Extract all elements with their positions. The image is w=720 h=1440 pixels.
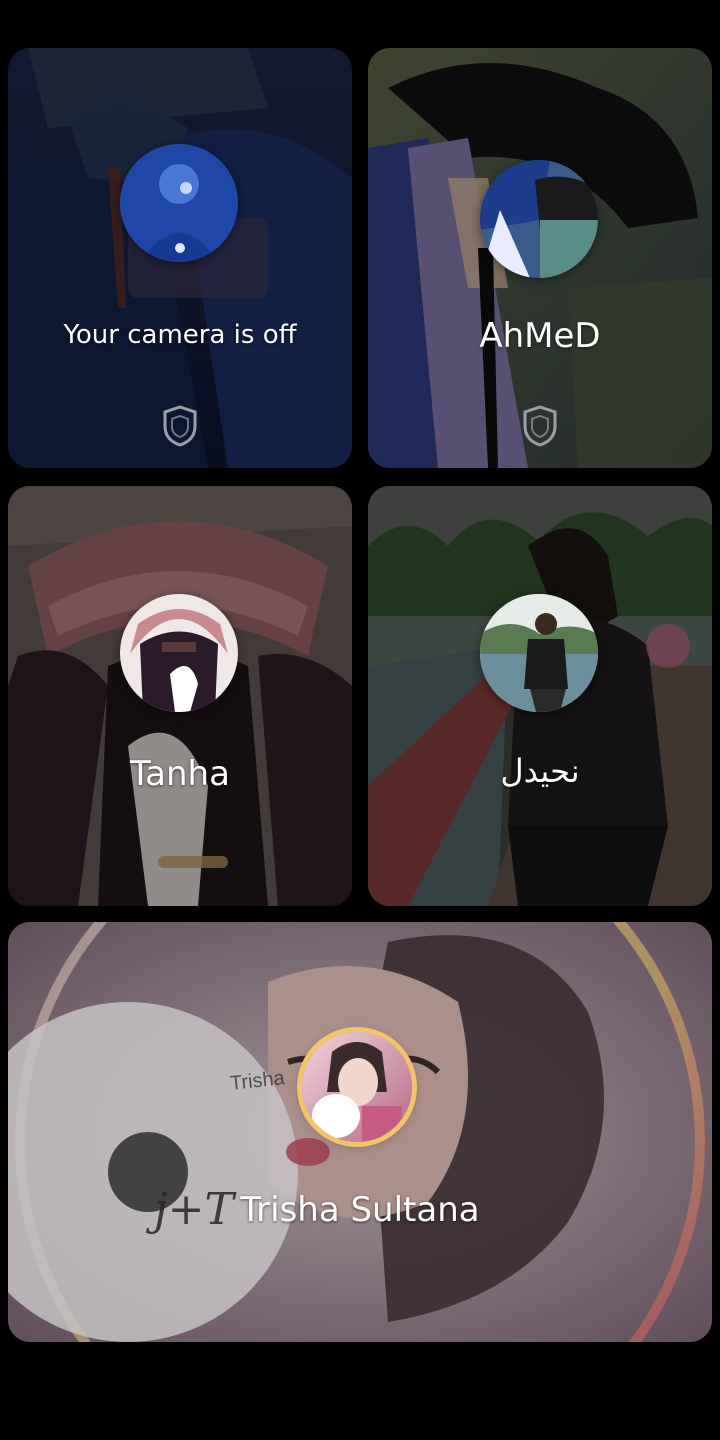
tanha-name: Tanha [130,754,230,794]
tile-self[interactable]: Your camera is off [8,48,352,468]
trisha-name: Trisha Sultana [240,1190,480,1230]
trisha-avatar [302,1032,412,1142]
self-camera-off-label: Your camera is off [63,320,297,350]
shield-icon [163,405,197,447]
ahmed-avatar [480,160,598,278]
tile-ahmed[interactable]: AhMeD [368,48,712,468]
nhydl-avatar [480,594,598,712]
tanha-avatar [120,594,238,712]
nhydl-name: نحيدل [500,752,580,790]
tile-trisha[interactable]: Trisha j+T Trisha Sultana [8,922,712,1342]
tile-nhydl[interactable]: نحيدل [368,486,712,906]
shield-icon [523,405,557,447]
tile-tanha[interactable]: Tanha [8,486,352,906]
ahmed-name: AhMeD [479,316,601,356]
self-avatar [120,144,238,262]
